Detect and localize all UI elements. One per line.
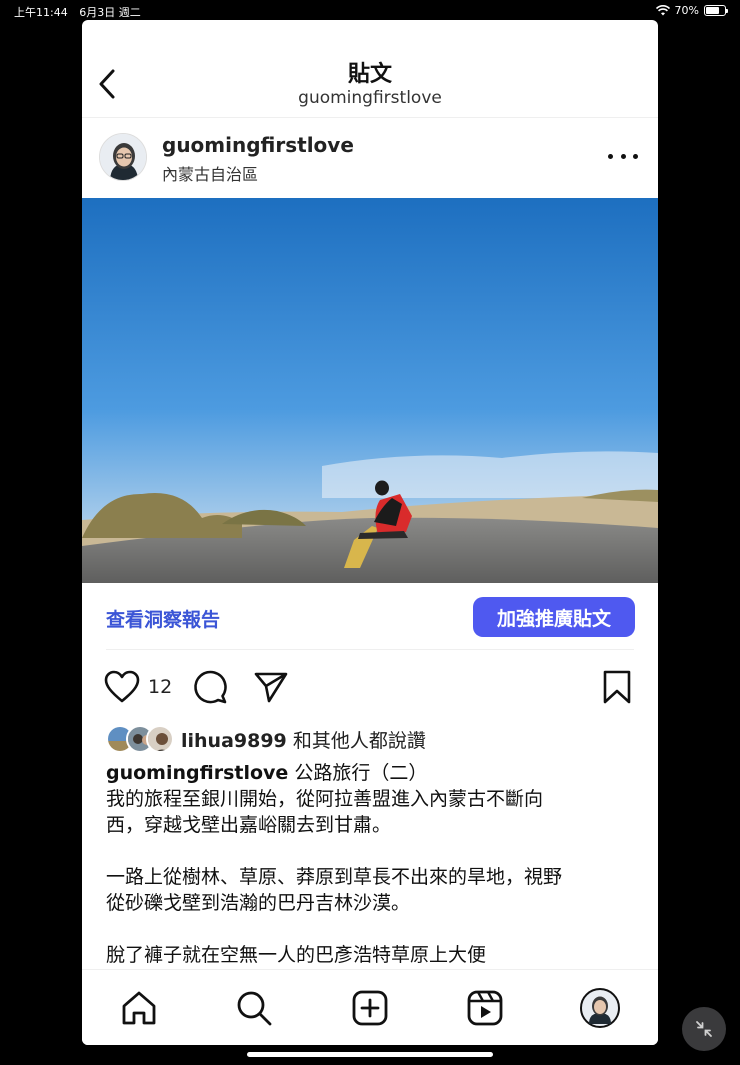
engagement-bar: 12 [82,665,658,711]
status-date: 6月3日 週二 [79,6,141,19]
post-photo[interactable] [82,198,658,583]
post-photo-image [82,198,658,583]
divider [106,649,634,650]
status-left: 上午11:44 6月3日 週二 [14,4,149,20]
instagram-post-window: 貼文 guomingfirstlove guomingfirstlove 內蒙古… [82,20,658,1045]
nav-header: 貼文 guomingfirstlove [82,20,658,118]
page-title: 貼文 [347,62,392,87]
caption-title: 公路旅行（二） [294,762,428,784]
create-icon [352,990,388,1026]
more-dot-icon [608,153,613,159]
caption-gap [106,916,636,942]
comment-button[interactable] [192,665,228,709]
view-insights-link[interactable]: 查看洞察報告 [106,605,220,632]
share-button[interactable] [253,665,289,709]
user-avatar-icon [100,134,146,180]
caption-line: 從砂礫戈壁到浩瀚的巴丹吉林沙漠。 [106,892,411,914]
tab-home[interactable] [119,988,159,1028]
post-author-username[interactable]: guomingfirstlove [162,133,354,157]
tab-search[interactable] [234,988,274,1028]
liked-by-row[interactable]: lihua9899 和其他人都說讚 [106,724,426,754]
caption-gap [106,838,636,864]
save-button[interactable] [602,665,632,709]
tab-profile[interactable] [580,988,620,1028]
status-bar: 上午11:44 6月3日 週二 70% [0,0,740,20]
person-avatar-icon [148,727,172,751]
page-subtitle: guomingfirstlove [298,88,442,108]
liked-by-suffix: 和其他人都說讚 [292,729,426,752]
like-button[interactable]: 12 [104,665,172,709]
minimize-window-button[interactable] [682,1007,726,1051]
heart-icon [104,670,140,703]
status-right: 70% [655,4,728,17]
battery-icon [704,5,728,16]
caption-username[interactable]: guomingfirstlove [106,762,288,784]
avatar[interactable] [99,133,147,181]
boost-post-button[interactable]: 加強推廣貼文 [473,597,635,637]
caption-line: 我的旅程至銀川開始，從阿拉善盟進入內蒙古不斷向 [106,788,544,810]
send-icon [254,672,288,703]
post-header: guomingfirstlove 內蒙古自治區 [82,118,658,198]
caption-line: 西，穿越戈壁出嘉峪關去到甘肅。 [106,814,392,836]
more-dot-icon [633,153,638,159]
post-location[interactable]: 內蒙古自治區 [162,161,258,185]
home-icon [122,991,156,1025]
liker-avatar [146,725,174,753]
more-options-button[interactable] [608,144,638,168]
home-indicator [247,1052,493,1057]
caption-line: 脫了褲子就在空無一人的巴彥浩特草原上大便 [106,944,487,966]
liker-avatars [106,725,174,753]
tab-reels[interactable] [465,988,505,1028]
battery-level [706,7,719,14]
liker-username[interactable]: lihua9899 [181,730,287,752]
tab-create[interactable] [350,988,390,1028]
profile-avatar-icon [580,988,620,1028]
caption-header: guomingfirstlove 公路旅行（二） [106,760,636,786]
bottom-tab-bar [82,969,658,1045]
reels-icon [467,990,503,1026]
wifi-icon [655,5,670,16]
battery-percent: 70% [674,4,699,17]
bookmark-icon [603,670,631,704]
like-count[interactable]: 12 [148,676,172,698]
comment-icon [194,670,227,704]
post-actions-bar: 查看洞察報告 加強推廣貼文 [82,583,658,651]
caption-line: 一路上從樹林、草原、莽原到草長不出來的旱地，視野 [106,866,563,888]
status-time: 上午11:44 [14,6,68,19]
post-caption: guomingfirstlove 公路旅行（二） 我的旅程至銀川開始，從阿拉善盟進… [106,760,636,968]
collapse-arrows-icon [696,1021,712,1037]
more-dot-icon [620,153,626,159]
search-icon [237,991,272,1026]
liked-by-text: lihua9899 和其他人都說讚 [181,726,426,753]
